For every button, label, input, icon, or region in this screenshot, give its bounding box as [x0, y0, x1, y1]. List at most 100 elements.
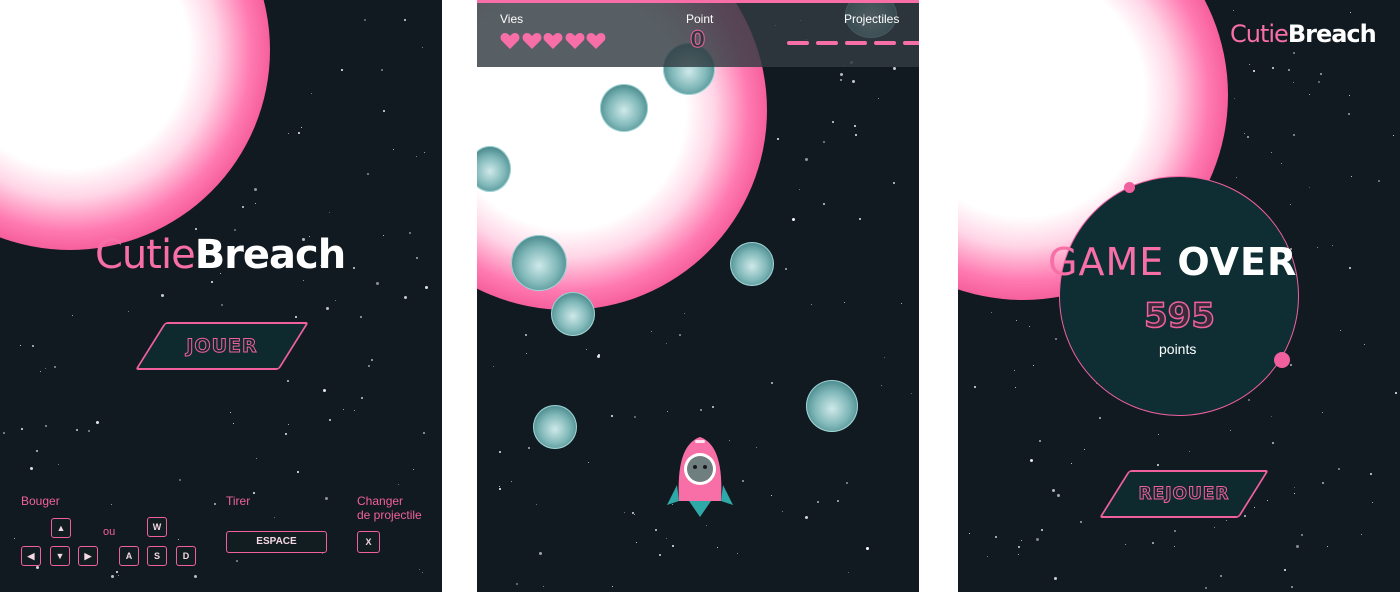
- star: [1395, 392, 1397, 394]
- replay-button[interactable]: REJOUER: [1099, 470, 1269, 518]
- star: [612, 586, 613, 587]
- star: [1157, 464, 1159, 466]
- star: [1052, 489, 1055, 492]
- star: [409, 232, 411, 234]
- star: [253, 492, 255, 494]
- star: [844, 302, 845, 303]
- star: [288, 424, 289, 425]
- switch-projectile-label: Changer de projectile: [357, 494, 422, 522]
- star: [1370, 473, 1372, 475]
- star: [1317, 247, 1318, 248]
- star: [651, 331, 652, 332]
- title-part-breach: Breach: [194, 232, 347, 278]
- star: [1293, 134, 1295, 136]
- star: [866, 547, 869, 550]
- star: [376, 282, 379, 285]
- star: [771, 382, 773, 384]
- star: [1016, 320, 1017, 321]
- star: [419, 569, 420, 570]
- star: [995, 536, 997, 538]
- star: [1294, 493, 1295, 494]
- star: [364, 19, 366, 21]
- star: [823, 203, 825, 205]
- star: [128, 311, 129, 312]
- star: [516, 583, 518, 585]
- play-button-label: JOUER: [186, 335, 258, 358]
- star: [230, 412, 231, 413]
- star: [1351, 176, 1352, 177]
- star: [329, 419, 331, 421]
- star: [1348, 113, 1350, 115]
- star: [499, 488, 501, 490]
- star: [771, 495, 772, 496]
- star: [737, 553, 738, 554]
- dog-bubble-enemy: [551, 292, 595, 336]
- star: [367, 173, 369, 175]
- star: [1254, 507, 1255, 508]
- arrow-down-key: ▼: [50, 546, 70, 566]
- star: [859, 218, 861, 220]
- star: [823, 141, 825, 143]
- star: [1322, 412, 1323, 413]
- star: [285, 433, 287, 435]
- star: [1220, 575, 1222, 577]
- star: [422, 47, 423, 48]
- star: [1281, 163, 1282, 164]
- star: [756, 447, 757, 448]
- star: [634, 416, 636, 418]
- star: [383, 110, 385, 112]
- arrow-up-key: ▲: [51, 518, 71, 538]
- star: [325, 497, 328, 500]
- star: [1284, 569, 1286, 571]
- star: [21, 428, 23, 430]
- star: [712, 406, 714, 408]
- star: [499, 486, 500, 487]
- star: [511, 481, 512, 482]
- star: [381, 69, 383, 71]
- star: [1271, 416, 1272, 417]
- star: [287, 380, 289, 382]
- star: [848, 572, 849, 573]
- star: [32, 345, 34, 347]
- w-key: W: [147, 517, 167, 537]
- star: [499, 451, 501, 453]
- star: [36, 566, 39, 569]
- star: [1014, 370, 1015, 371]
- star: [911, 393, 912, 394]
- star: [539, 552, 542, 555]
- star: [855, 134, 857, 136]
- game-screen: Vies Point 0 Projectiles: [477, 0, 919, 592]
- star: [1125, 544, 1126, 545]
- star: [1327, 546, 1328, 547]
- star: [777, 138, 779, 140]
- star: [1372, 502, 1373, 503]
- projectile-slot: [903, 41, 919, 45]
- or-label: ou: [103, 526, 116, 538]
- star: [1332, 245, 1333, 246]
- star: [706, 525, 707, 526]
- star: [1272, 442, 1274, 444]
- star: [58, 464, 59, 465]
- star: [1294, 487, 1295, 488]
- star: [634, 514, 635, 515]
- x-key: X: [357, 531, 380, 553]
- star: [1084, 449, 1085, 450]
- star: [1205, 587, 1207, 589]
- logo-part-cutie: Cutie: [1230, 20, 1289, 48]
- orbit-dot-small: [1124, 182, 1135, 193]
- star: [111, 504, 112, 505]
- star: [805, 516, 808, 519]
- star: [368, 365, 370, 367]
- play-button[interactable]: JOUER: [135, 322, 309, 370]
- star: [303, 280, 304, 281]
- star: [1349, 267, 1351, 269]
- star: [1039, 440, 1041, 442]
- star: [423, 432, 425, 434]
- star: [1322, 482, 1324, 484]
- s-key: S: [147, 546, 167, 566]
- projectile-slot: [816, 41, 838, 45]
- star: [969, 533, 970, 534]
- star: [1226, 520, 1227, 521]
- star: [1055, 338, 1057, 340]
- star: [1071, 463, 1072, 464]
